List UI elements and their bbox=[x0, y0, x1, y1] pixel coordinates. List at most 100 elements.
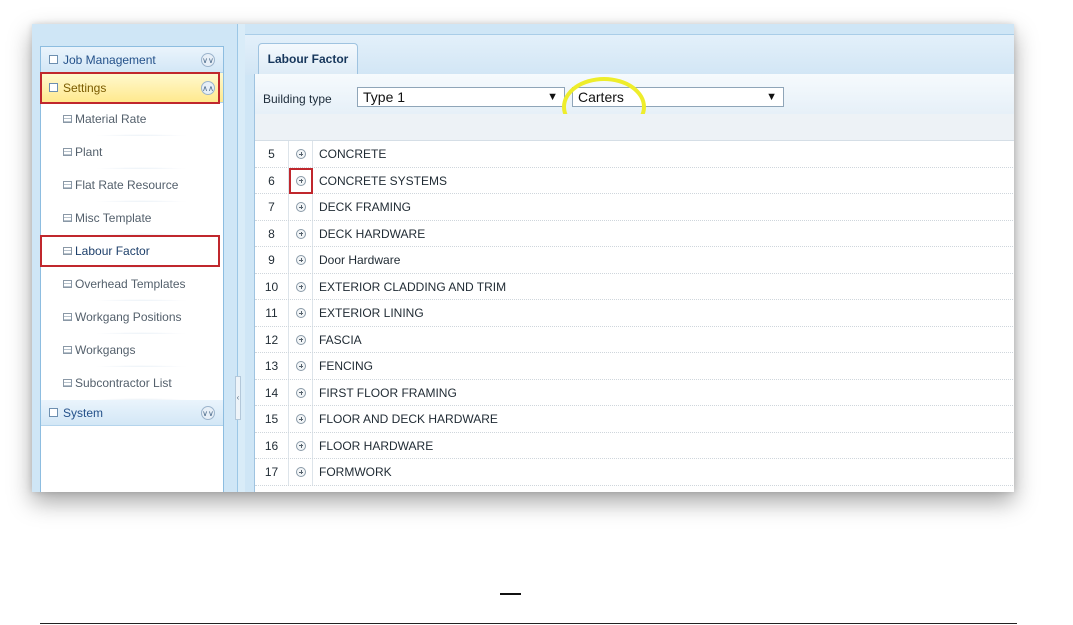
row-expand-cell[interactable] bbox=[289, 273, 313, 299]
row-number: 9 bbox=[255, 247, 289, 273]
sidebar-item-workgang-positions[interactable]: Workgang Positions bbox=[41, 301, 223, 334]
plus-circle-icon[interactable] bbox=[296, 202, 306, 212]
company-select[interactable]: Carters ▼ bbox=[572, 87, 784, 107]
plus-circle-icon[interactable] bbox=[296, 467, 306, 477]
row-expand-cell[interactable] bbox=[289, 326, 313, 352]
row-expand-cell[interactable] bbox=[289, 406, 313, 432]
table-row[interactable]: 14 FIRST FLOOR FRAMING bbox=[255, 379, 1014, 406]
plus-circle-icon[interactable] bbox=[296, 175, 306, 186]
row-name: CONCRETE bbox=[319, 147, 387, 161]
sidebar-item-plant[interactable]: Plant bbox=[41, 136, 223, 169]
sidebar-item-label: Labour Factor bbox=[75, 244, 150, 258]
sidebar-item-misc-template[interactable]: Misc Template bbox=[41, 202, 223, 235]
row-expand-cell[interactable] bbox=[289, 167, 313, 194]
sidebar-item-overhead-templates[interactable]: Overhead Templates bbox=[41, 268, 223, 301]
table-row[interactable]: 10 EXTERIOR CLADDING AND TRIM bbox=[255, 273, 1014, 300]
company-value: Carters bbox=[578, 89, 624, 105]
row-number: 15 bbox=[255, 406, 289, 432]
plus-circle-icon[interactable] bbox=[296, 440, 306, 451]
grid-icon bbox=[63, 115, 72, 123]
section-label: System bbox=[63, 406, 104, 420]
table-row[interactable]: 6 CONCRETE SYSTEMS bbox=[255, 167, 1014, 194]
row-expand-cell[interactable] bbox=[289, 247, 313, 273]
sidebar-item-subcontractor-list[interactable]: Subcontractor List bbox=[41, 367, 223, 400]
grid-icon bbox=[63, 346, 72, 354]
labour-factor-panel: Building type Type 1 ▼ Carters ▼ 5 CONCRE… bbox=[254, 74, 1014, 492]
row-number: 12 bbox=[255, 326, 289, 352]
plus-circle-icon[interactable] bbox=[296, 308, 306, 318]
row-expand-cell[interactable] bbox=[289, 459, 313, 485]
double-chevron-down-icon[interactable]: ∨∨ bbox=[201, 406, 215, 420]
main-area: Labour Factor Building type Type 1 ▼ Car… bbox=[245, 24, 1014, 492]
double-chevron-down-icon[interactable]: ∨∨ bbox=[201, 53, 215, 67]
plus-circle-icon[interactable] bbox=[296, 334, 306, 345]
row-name: FORMWORK bbox=[319, 465, 392, 479]
table-row[interactable]: 13 FENCING bbox=[255, 353, 1014, 380]
sidebar-item-labour-factor[interactable]: Labour Factor bbox=[41, 235, 223, 268]
sidebar-item-material-rate[interactable]: Material Rate bbox=[41, 103, 223, 136]
grid-icon bbox=[63, 247, 72, 255]
plus-circle-icon[interactable] bbox=[296, 387, 306, 398]
row-name: Door Hardware bbox=[319, 253, 401, 267]
grid-icon bbox=[63, 379, 72, 387]
row-number: 5 bbox=[255, 141, 289, 167]
section-square-icon bbox=[49, 408, 58, 417]
labour-factor-grid: 5 CONCRETE 6 CONCRETE SYSTEMS 7 DECK FRAMING 8… bbox=[255, 141, 1014, 486]
sidebar-item-label: Subcontractor List bbox=[75, 376, 172, 390]
table-row[interactable]: 11 EXTERIOR LINING bbox=[255, 300, 1014, 327]
table-row[interactable]: 7 DECK FRAMING bbox=[255, 194, 1014, 221]
row-expand-cell[interactable] bbox=[289, 141, 313, 167]
table-row[interactable]: 16 FLOOR HARDWARE bbox=[255, 432, 1014, 459]
table-row[interactable]: 8 DECK HARDWARE bbox=[255, 220, 1014, 247]
underscore-mark bbox=[500, 593, 521, 595]
building-type-select[interactable]: Type 1 ▼ bbox=[357, 87, 565, 107]
table-row[interactable]: 17 FORMWORK bbox=[255, 459, 1014, 486]
section-job-management[interactable]: Job Management ∨∨ bbox=[41, 47, 223, 73]
sidebar-item-workgangs[interactable]: Workgangs bbox=[41, 334, 223, 367]
sidebar-item-label: Workgangs bbox=[75, 343, 136, 357]
plus-circle-icon[interactable] bbox=[296, 361, 306, 371]
row-name: FENCING bbox=[319, 359, 373, 373]
table-row[interactable]: 5 CONCRETE bbox=[255, 141, 1014, 168]
sidebar-collapse-handle[interactable]: ‹ bbox=[235, 376, 241, 420]
section-system[interactable]: System ∨∨ bbox=[41, 400, 223, 426]
plus-circle-icon[interactable] bbox=[296, 414, 306, 424]
row-expand-cell[interactable] bbox=[289, 379, 313, 405]
section-square-icon bbox=[49, 83, 58, 92]
row-expand-cell[interactable] bbox=[289, 432, 313, 458]
row-name: FIRST FLOOR FRAMING bbox=[319, 385, 457, 400]
row-name: FLOOR AND DECK HARDWARE bbox=[319, 412, 498, 426]
app-window: Job Management ∨∨ Settings ∧∧ Material R… bbox=[32, 24, 1014, 492]
sidebar-item-label: Overhead Templates bbox=[75, 277, 186, 291]
row-expand-cell[interactable] bbox=[289, 220, 313, 246]
row-name: EXTERIOR LINING bbox=[319, 306, 424, 320]
sidebar-item-flat-rate-resource[interactable]: Flat Rate Resource bbox=[41, 169, 223, 202]
dropdown-arrow-icon: ▼ bbox=[547, 91, 558, 103]
plus-circle-icon[interactable] bbox=[296, 281, 306, 292]
row-number: 10 bbox=[255, 273, 289, 299]
double-chevron-up-icon[interactable]: ∧∧ bbox=[201, 81, 215, 95]
sidebar: Job Management ∨∨ Settings ∧∧ Material R… bbox=[32, 24, 238, 492]
table-row[interactable]: 12 FASCIA bbox=[255, 326, 1014, 353]
row-name: CONCRETE SYSTEMS bbox=[319, 173, 448, 188]
section-settings[interactable]: Settings ∧∧ bbox=[41, 73, 223, 103]
sidebar-panel: Job Management ∨∨ Settings ∧∧ Material R… bbox=[40, 46, 224, 492]
grid-icon bbox=[63, 181, 72, 189]
table-row[interactable]: 15 FLOOR AND DECK HARDWARE bbox=[255, 406, 1014, 433]
section-label: Settings bbox=[63, 81, 107, 95]
building-type-value: Type 1 bbox=[363, 89, 406, 105]
row-expand-cell[interactable] bbox=[289, 353, 313, 379]
row-expand-cell[interactable] bbox=[289, 194, 313, 220]
grid-header-row bbox=[255, 114, 1014, 141]
plus-circle-icon[interactable] bbox=[296, 228, 306, 239]
row-expand-cell[interactable] bbox=[289, 300, 313, 326]
plus-circle-icon[interactable] bbox=[296, 149, 306, 159]
sidebar-item-label: Misc Template bbox=[75, 211, 152, 225]
tab-labour-factor[interactable]: Labour Factor bbox=[258, 43, 358, 75]
section-label: Job Management bbox=[63, 53, 156, 67]
sidebar-item-label: Material Rate bbox=[75, 112, 147, 126]
table-row[interactable]: 9 Door Hardware bbox=[255, 247, 1014, 274]
row-name: FLOOR HARDWARE bbox=[319, 438, 434, 453]
bottom-rule bbox=[40, 623, 1017, 624]
plus-circle-icon[interactable] bbox=[296, 255, 306, 265]
